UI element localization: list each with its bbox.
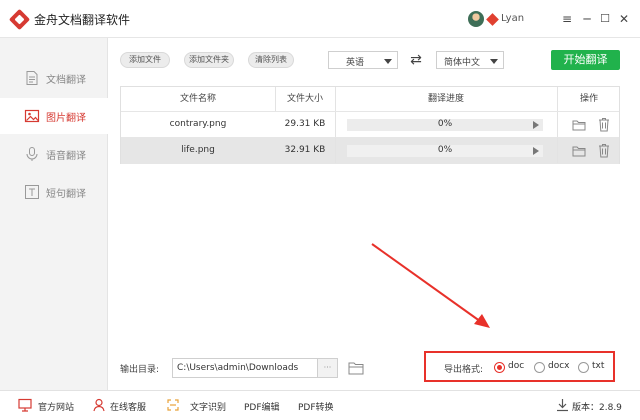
table-row[interactable]: contrary.png 29.31 KB 0% xyxy=(121,112,619,138)
header-actions: 操作 xyxy=(579,94,598,104)
close-button[interactable]: ✕ xyxy=(615,10,633,28)
sidebar: 文档翻译 图片翻译 语音翻译 短句翻译 xyxy=(0,38,108,390)
progress-text: 0% xyxy=(437,145,453,155)
minimize-button[interactable]: ─ xyxy=(578,10,596,28)
file-name: life.png xyxy=(181,145,215,155)
scan-icon xyxy=(167,399,179,411)
chevron-down-icon xyxy=(384,59,392,64)
play-icon[interactable] xyxy=(533,121,539,129)
swap-languages-icon[interactable]: ⇄ xyxy=(408,51,424,69)
target-language-value: 简体中文 xyxy=(443,58,480,68)
sidebar-item-document-translate[interactable]: 文档翻译 xyxy=(0,60,108,96)
annotation-arrow xyxy=(371,243,490,328)
file-table: 文件名称 文件大小 翻译进度 操作 contrary.png 29.31 KB … xyxy=(120,86,620,164)
footer-label: PDF转换 xyxy=(298,403,334,413)
title-bar: 金舟文档翻译软件 Lyan ≡ ─ ☐ ✕ xyxy=(0,0,640,38)
open-folder-icon[interactable] xyxy=(348,360,364,376)
footer-online-support[interactable]: 在线客服 xyxy=(92,391,152,420)
add-file-button[interactable]: 添加文件 xyxy=(120,52,170,68)
sidebar-item-label: 语音翻译 xyxy=(46,151,86,162)
footer-text-recognition[interactable]: 文字识别 xyxy=(166,391,228,420)
radio-label: docx xyxy=(548,361,570,371)
microphone-icon xyxy=(26,147,38,161)
sidebar-item-label: 文档翻译 xyxy=(46,75,86,86)
app-title: 金舟文档翻译软件 xyxy=(34,13,131,27)
footer-label: PDF编辑 xyxy=(244,403,280,413)
sidebar-item-image-translate[interactable]: 图片翻译 xyxy=(0,98,108,134)
menu-button[interactable]: ≡ xyxy=(558,10,576,28)
clear-list-button[interactable]: 清除列表 xyxy=(248,52,294,68)
trash-icon[interactable] xyxy=(598,143,610,158)
user-avatar[interactable] xyxy=(468,11,484,27)
radio-dot xyxy=(494,362,505,373)
progress-text: 0% xyxy=(437,119,453,129)
export-format-label: 导出格式: xyxy=(444,365,484,375)
file-name: contrary.png xyxy=(169,119,227,129)
vip-badge-icon xyxy=(486,13,499,26)
monitor-icon xyxy=(18,398,32,412)
footer-official-site[interactable]: 官方网站 xyxy=(18,391,78,420)
output-dir-label: 输出目录: xyxy=(120,365,160,375)
output-dir-input[interactable] xyxy=(172,358,318,378)
source-language-select[interactable]: 英语 xyxy=(328,51,398,69)
text-icon xyxy=(25,185,39,199)
sidebar-item-label: 短句翻译 xyxy=(46,189,86,200)
footer-pdf-edit[interactable]: PDF编辑 xyxy=(244,391,284,420)
radio-label: txt xyxy=(592,361,605,371)
download-icon xyxy=(557,399,568,412)
header-file-name: 文件名称 xyxy=(179,94,216,104)
header-progress: 翻译进度 xyxy=(427,94,464,104)
footer-bar: 官方网站 在线客服 文字识别 PDF编辑 PDF转换 版本：2.8.9 xyxy=(0,390,640,420)
footer-label: 在线客服 xyxy=(110,403,147,413)
footer-label: 官方网站 xyxy=(38,403,75,413)
person-icon xyxy=(93,398,105,412)
footer-pdf-convert[interactable]: PDF转换 xyxy=(298,391,338,420)
source-language-value: 英语 xyxy=(345,58,364,68)
trash-icon[interactable] xyxy=(598,117,610,132)
browse-button[interactable]: ··· xyxy=(318,358,338,378)
target-language-select[interactable]: 简体中文 xyxy=(436,51,504,69)
image-icon xyxy=(24,109,40,123)
sidebar-item-voice-translate[interactable]: 语音翻译 xyxy=(0,136,108,172)
user-name[interactable]: Lyan xyxy=(501,13,524,24)
start-translate-button[interactable]: 开始翻译 xyxy=(551,50,620,70)
table-header: 文件名称 文件大小 翻译进度 操作 xyxy=(121,87,619,112)
radio-dot xyxy=(578,362,589,373)
header-file-size: 文件大小 xyxy=(286,94,323,104)
radio-label: doc xyxy=(508,361,525,371)
play-icon[interactable] xyxy=(533,147,539,155)
add-folder-button[interactable]: 添加文件夹 xyxy=(184,52,234,68)
export-format-group: 导出格式: doc docx txt xyxy=(424,351,615,382)
document-icon xyxy=(26,71,38,85)
file-size: 32.91 KB xyxy=(284,145,326,155)
folder-icon[interactable] xyxy=(572,144,586,158)
table-row[interactable]: life.png 32.91 KB 0% xyxy=(121,138,619,164)
app-logo xyxy=(8,8,31,31)
file-size: 29.31 KB xyxy=(284,119,326,129)
version-text: 版本：2.8.9 xyxy=(572,403,622,413)
folder-icon[interactable] xyxy=(572,118,586,132)
radio-dot xyxy=(534,362,545,373)
maximize-button[interactable]: ☐ xyxy=(596,10,614,28)
footer-label: 文字识别 xyxy=(190,403,227,413)
chevron-down-icon xyxy=(490,59,498,64)
sidebar-item-label: 图片翻译 xyxy=(46,113,86,124)
sidebar-item-sentence-translate[interactable]: 短句翻译 xyxy=(0,174,108,210)
